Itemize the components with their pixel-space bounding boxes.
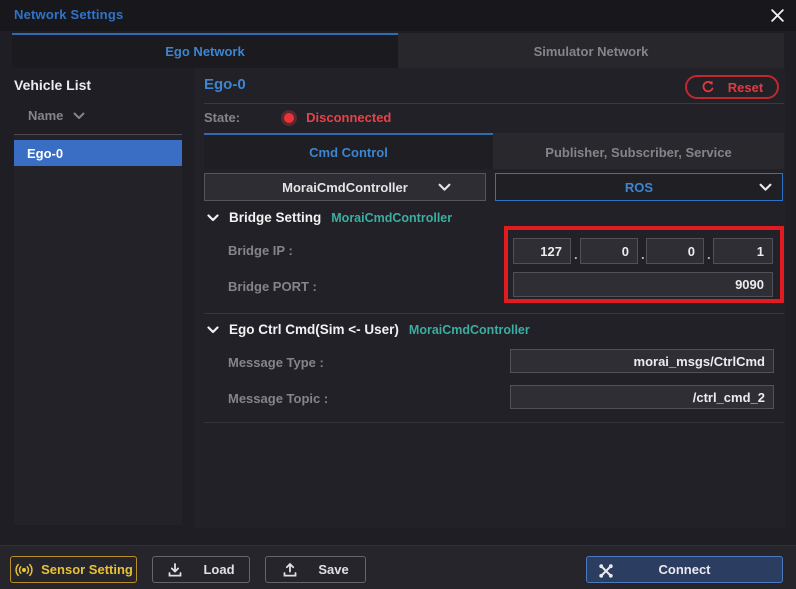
chevron-down-icon <box>759 183 772 192</box>
reset-label: Reset <box>728 80 763 95</box>
connect-label: Connect <box>659 562 711 577</box>
tab-ego-network[interactable]: Ego Network <box>12 33 398 68</box>
controller-select-value: MoraiCmdController <box>282 180 408 195</box>
chevron-down-icon <box>438 183 451 192</box>
footer-bar: Sensor Setting Load Save Connect <box>0 545 796 589</box>
vehicle-list-panel: Ego-0 <box>14 135 182 525</box>
divider <box>204 313 784 314</box>
load-label: Load <box>203 562 234 577</box>
bridge-setting-controller-tag: MoraiCmdController <box>331 211 452 225</box>
save-button[interactable]: Save <box>265 556 366 583</box>
protocol-select[interactable]: ROS <box>495 173 783 201</box>
sensor-setting-label: Sensor Setting <box>41 562 133 577</box>
state-row: State: Disconnected <box>204 110 391 125</box>
collapse-chevron-icon <box>207 326 219 334</box>
collapse-chevron-icon <box>207 214 219 222</box>
state-label: State: <box>204 110 240 125</box>
vehicle-list-item-ego-0[interactable]: Ego-0 <box>14 140 182 166</box>
bridge-ip-label: Bridge IP : <box>228 243 293 258</box>
ego-ctrl-cmd-controller-tag: MoraiCmdController <box>409 323 530 337</box>
controller-select[interactable]: MoraiCmdController <box>204 173 486 201</box>
bridge-ip-octet-1[interactable] <box>513 238 571 264</box>
ip-separator: . <box>641 247 645 262</box>
protocol-select-value: ROS <box>625 180 653 195</box>
network-connect-icon <box>598 563 614 579</box>
bridge-ip-octet-4[interactable] <box>713 238 773 264</box>
bridge-ip-octet-2[interactable] <box>580 238 638 264</box>
bridge-port-input[interactable] <box>513 272 773 297</box>
control-tab-bar: Cmd Control Publisher, Subscriber, Servi… <box>204 133 784 169</box>
close-icon <box>770 8 785 23</box>
tab-cmd-control-label: Cmd Control <box>309 145 388 160</box>
download-icon <box>167 562 183 578</box>
tab-publisher-subscriber-service[interactable]: Publisher, Subscriber, Service <box>493 133 784 169</box>
vehicle-list-title: Vehicle List <box>14 77 91 93</box>
tab-ego-network-label: Ego Network <box>165 44 244 59</box>
broadcast-icon <box>14 563 34 577</box>
bridge-setting-section-header[interactable]: Bridge Setting MoraiCmdController <box>207 210 452 225</box>
message-type-input[interactable] <box>510 349 774 373</box>
ego-ctrl-cmd-section-header[interactable]: Ego Ctrl Cmd(Sim <- User) MoraiCmdContro… <box>207 322 530 337</box>
message-topic-label: Message Topic : <box>228 391 328 406</box>
network-tab-bar: Ego Network Simulator Network <box>12 33 784 68</box>
chevron-down-icon <box>73 112 85 120</box>
tab-publisher-subscriber-service-label: Publisher, Subscriber, Service <box>545 145 731 160</box>
message-topic-input[interactable] <box>510 385 774 409</box>
sensor-setting-button[interactable]: Sensor Setting <box>10 556 137 583</box>
network-settings-dialog: Network Settings Ego Network Simulator N… <box>0 0 796 589</box>
divider <box>204 103 784 104</box>
bridge-ip-octet-3[interactable] <box>646 238 704 264</box>
title-bar: Network Settings <box>0 0 796 31</box>
window-title: Network Settings <box>14 7 123 22</box>
disconnected-status-icon <box>284 113 294 123</box>
bridge-port-label: Bridge PORT : <box>228 279 317 294</box>
reset-icon <box>701 80 715 94</box>
selected-vehicle-title: Ego-0 <box>204 76 246 93</box>
state-value: Disconnected <box>306 110 391 125</box>
load-button[interactable]: Load <box>152 556 250 583</box>
tab-simulator-network[interactable]: Simulator Network <box>398 33 784 68</box>
save-label: Save <box>318 562 348 577</box>
connect-button[interactable]: Connect <box>586 556 783 583</box>
upload-icon <box>282 562 298 578</box>
tab-simulator-network-label: Simulator Network <box>534 44 649 59</box>
bridge-setting-title: Bridge Setting <box>229 210 321 225</box>
tab-cmd-control[interactable]: Cmd Control <box>204 133 493 169</box>
ip-separator: . <box>574 247 578 262</box>
close-button[interactable] <box>766 4 788 26</box>
name-header-label: Name <box>28 108 63 123</box>
message-type-label: Message Type : <box>228 355 324 370</box>
reset-button[interactable]: Reset <box>685 75 779 99</box>
vehicle-list-item-label: Ego-0 <box>27 146 63 161</box>
ego-ctrl-cmd-title: Ego Ctrl Cmd(Sim <- User) <box>229 322 399 337</box>
divider <box>204 422 784 423</box>
ip-separator: . <box>707 247 711 262</box>
vehicle-list-name-header[interactable]: Name <box>28 108 85 123</box>
